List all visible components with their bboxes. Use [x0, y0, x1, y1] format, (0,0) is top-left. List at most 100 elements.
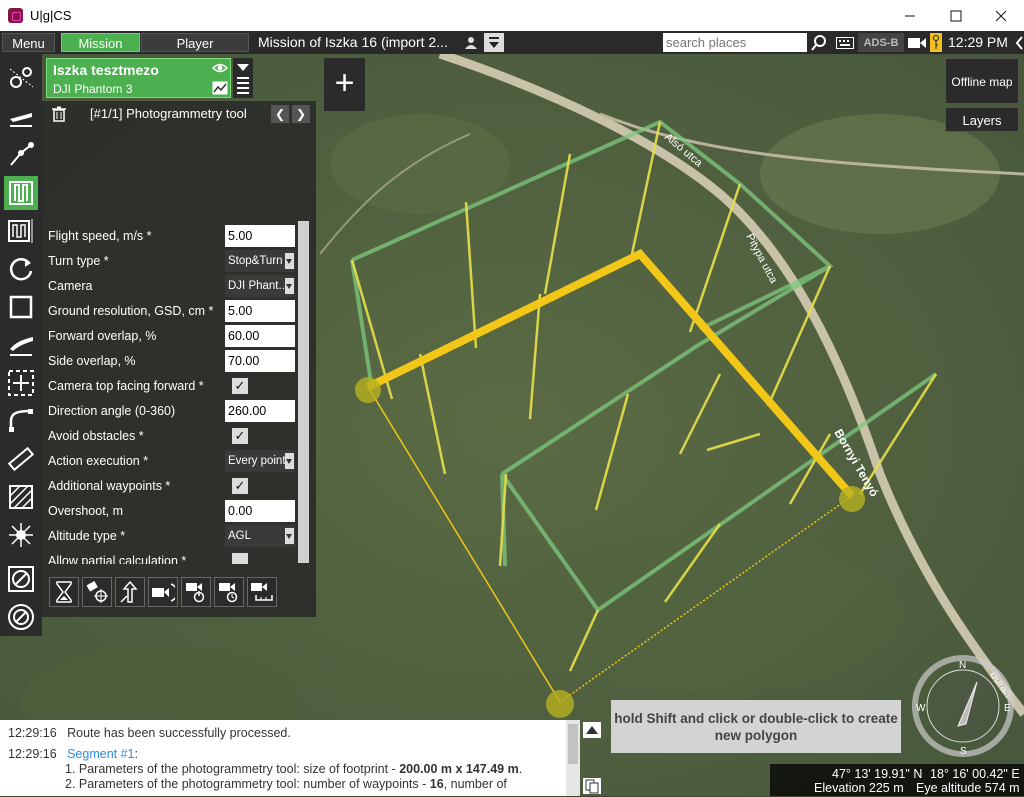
route-gear-icon	[9, 67, 34, 88]
curve-tool[interactable]	[4, 404, 38, 438]
clock: 12:29 PM	[948, 34, 1008, 50]
takeoff-tool[interactable]	[4, 100, 38, 134]
log-detail-text: .	[518, 762, 523, 776]
mission-title[interactable]: Mission of Iszka 16 (import 2...	[258, 34, 448, 50]
vehicle-menu-button[interactable]	[233, 58, 253, 98]
eye-altitude: Eye altitude 574 m	[916, 781, 1020, 795]
user-icon[interactable]	[462, 33, 480, 52]
latitude: 47° 13' 19.91" N	[832, 767, 923, 781]
perimeter-tool[interactable]	[4, 290, 38, 324]
poi-action-button[interactable]	[82, 577, 112, 607]
area-scan-tool[interactable]	[4, 214, 38, 248]
mission-dropdown-button[interactable]	[484, 33, 504, 52]
param-select-value: AGL	[228, 530, 252, 542]
ruler-tool[interactable]	[4, 442, 38, 476]
camera-distance-button[interactable]	[247, 577, 277, 607]
log-expand-button[interactable]	[583, 722, 601, 738]
tab-mission[interactable]: Mission	[61, 33, 140, 52]
wait-action-button[interactable]	[49, 577, 79, 607]
params-scrollbar[interactable]	[298, 221, 309, 563]
photogrammetry-tool[interactable]	[4, 176, 38, 210]
log-detail: 1. Parameters of the photogrammetry tool…	[65, 762, 522, 776]
minimize-button[interactable]	[887, 0, 933, 31]
adsb-button[interactable]: ADS-B	[858, 33, 904, 52]
param-input[interactable]: 60.00	[225, 325, 295, 347]
chevron-left-icon[interactable]	[1014, 33, 1024, 52]
param-input[interactable]: 0.00	[225, 500, 295, 522]
search-button[interactable]	[808, 33, 830, 52]
hint-text: hold Shift and click or double-click to …	[614, 710, 898, 743]
log-scrollbar[interactable]	[566, 720, 580, 796]
eye-icon[interactable]	[212, 62, 228, 74]
video-button[interactable]	[906, 33, 928, 52]
photogrammetry-panel: [#1/1] Photogrammetry tool ❮ ❯ Flight sp…	[42, 101, 316, 617]
ruler-icon	[7, 446, 35, 472]
search-input[interactable]	[663, 33, 807, 52]
maximize-button[interactable]	[933, 0, 979, 31]
param-select[interactable]: Stop&Turn	[225, 250, 295, 272]
waypoint-marker	[546, 690, 574, 718]
param-checkbox[interactable]: ✓	[232, 428, 248, 444]
hatch-area-tool[interactable]	[4, 480, 38, 514]
tab-menu[interactable]: Menu	[2, 33, 55, 52]
vehicle-card[interactable]: Iszka tesztmezo DJI Phantom 3	[46, 58, 231, 98]
footprint-size: 200.00 m x 147.49 m	[399, 762, 519, 776]
title-bar: U|g|CS	[0, 0, 1024, 31]
param-input[interactable]: 5.00	[225, 225, 295, 247]
param-input[interactable]: 70.00	[225, 350, 295, 372]
tab-player[interactable]: Player	[141, 33, 249, 52]
key-button[interactable]	[930, 33, 942, 52]
param-input[interactable]: 5.00	[225, 300, 295, 322]
param-row: Additional waypoints * ✓	[48, 475, 294, 497]
param-input[interactable]: 260.00	[225, 400, 295, 422]
add-vehicle-button[interactable]: +	[324, 58, 365, 111]
waypoint-marker	[839, 486, 865, 512]
offline-map-button[interactable]: Offline map	[945, 58, 1019, 104]
param-label: Flight speed, m/s *	[48, 229, 152, 243]
param-label: Additional waypoints *	[48, 479, 171, 493]
heading-action-button[interactable]	[115, 577, 145, 607]
log-copy-button[interactable]	[583, 778, 601, 794]
starburst-icon	[9, 523, 33, 547]
keyboard-button[interactable]	[834, 33, 856, 52]
param-checkbox[interactable]: ✓	[232, 378, 248, 394]
param-checkbox[interactable]	[232, 553, 248, 564]
param-label: Camera	[48, 279, 93, 293]
no-fly-circle-icon	[8, 604, 34, 630]
camera-timer-button[interactable]	[214, 577, 244, 607]
param-row: Forward overlap, % 60.00	[48, 325, 295, 347]
chart-icon[interactable]	[212, 81, 228, 95]
longitude: 18° 16' 00.42" E	[930, 767, 1020, 781]
param-row: Side overlap, % 70.00	[48, 350, 295, 372]
waypoint-tool[interactable]	[4, 138, 38, 172]
landing-tool[interactable]	[4, 328, 38, 362]
layers-button[interactable]: Layers	[945, 107, 1019, 132]
no-fly-zone-tool[interactable]	[4, 562, 38, 596]
next-tool-button[interactable]: ❯	[292, 105, 310, 123]
waypoint-icon	[10, 142, 34, 166]
poi-tool[interactable]	[4, 366, 38, 400]
starburst-tool[interactable]	[4, 518, 38, 552]
param-checkbox[interactable]: ✓	[232, 478, 248, 494]
compass[interactable]: N E S W	[912, 655, 1014, 757]
param-select[interactable]: AGL	[225, 525, 295, 547]
poi-icon	[8, 370, 34, 396]
chevron-left-icon: ❮	[274, 107, 286, 121]
log-scroll-thumb[interactable]	[568, 724, 578, 764]
app-title: U|g|CS	[30, 8, 72, 23]
camera-power-button[interactable]	[181, 577, 211, 607]
trash-icon[interactable]	[52, 106, 66, 122]
no-fly-circle-tool[interactable]	[4, 600, 38, 634]
camera-control-button[interactable]	[148, 577, 178, 607]
close-button[interactable]	[978, 0, 1024, 31]
segment-link[interactable]: Segment #1	[67, 747, 134, 761]
keyboard-icon	[836, 36, 854, 49]
log-entry: 12:29:16 Segment #1:	[8, 747, 138, 761]
route-settings-button[interactable]	[4, 60, 38, 94]
prev-tool-button[interactable]: ❮	[271, 105, 289, 123]
svg-text:S: S	[960, 746, 967, 757]
param-select[interactable]: Every point	[225, 450, 295, 472]
svg-text:E: E	[1004, 703, 1011, 714]
param-select[interactable]: DJI Phant...	[225, 275, 295, 297]
circle-tool[interactable]	[4, 252, 38, 286]
